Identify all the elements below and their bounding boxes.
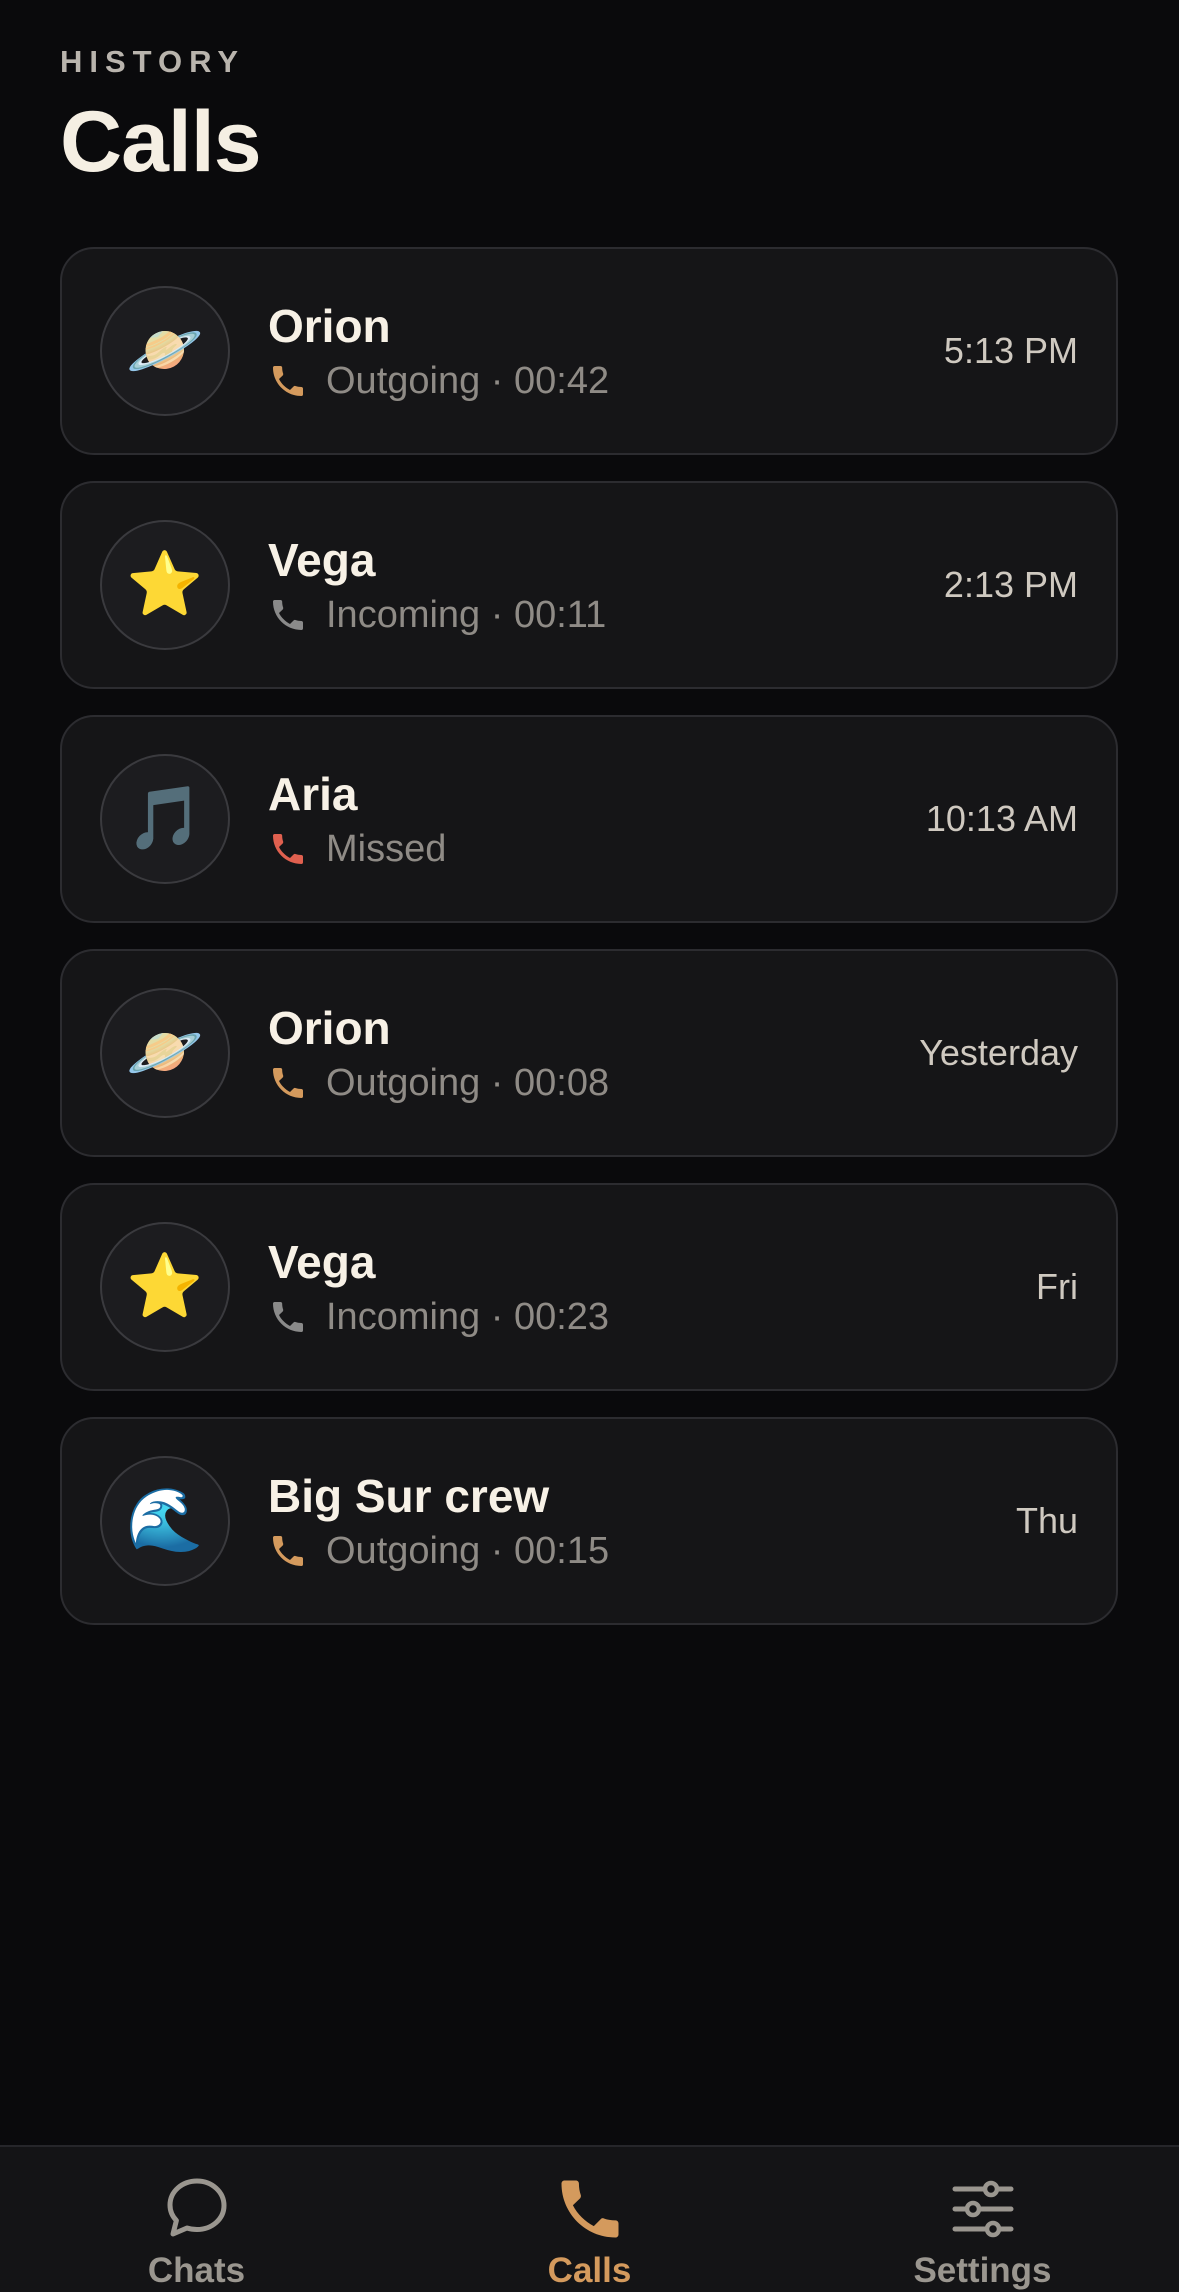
caller-name: Orion bbox=[268, 1002, 391, 1054]
call-time: Thu bbox=[1015, 1500, 1078, 1541]
phone-outgoing-icon bbox=[273, 366, 303, 396]
call-time: 10:13 AM bbox=[925, 798, 1078, 839]
wave-icon: 🌊 bbox=[100, 1456, 230, 1586]
call-detail: Incoming · 00:23 bbox=[326, 1296, 610, 1338]
caller-name: Aria bbox=[268, 768, 358, 820]
tab-calls[interactable]: Calls bbox=[393, 2147, 786, 2292]
call-detail-row: Outgoing · 00:08 bbox=[268, 1061, 609, 1105]
call-detail: Outgoing · 00:42 bbox=[326, 360, 610, 402]
sliders-icon bbox=[952, 2180, 1013, 2238]
call-row[interactable]: ⭐ Vega Incoming · 00:11 2:13 PM bbox=[60, 481, 1118, 689]
call-row[interactable]: 🪐 Orion Outgoing · 00:08 Yesterday bbox=[60, 949, 1118, 1157]
tab-chats[interactable]: Chats bbox=[0, 2147, 393, 2292]
call-detail-row: Incoming · 00:11 bbox=[268, 593, 606, 637]
call-detail: Incoming · 00:11 bbox=[326, 594, 607, 636]
call-detail: Outgoing · 00:15 bbox=[326, 1530, 610, 1572]
chat-bubble-icon bbox=[167, 2178, 226, 2237]
phone-incoming-icon bbox=[273, 1302, 303, 1332]
planet-icon: 🪐 bbox=[100, 988, 230, 1118]
tab-label: Chats bbox=[147, 2251, 246, 2290]
caller-name: Vega bbox=[268, 534, 376, 586]
page-header: HISTORY Calls bbox=[60, 42, 262, 190]
tab-label: Settings bbox=[913, 2251, 1052, 2290]
call-detail-row: Outgoing · 00:42 bbox=[268, 359, 609, 403]
call-detail-row: Incoming · 00:23 bbox=[268, 1295, 609, 1339]
call-row[interactable]: 🎵 Aria Missed 10:13 AM bbox=[60, 715, 1118, 923]
phone-icon bbox=[561, 2180, 618, 2238]
star-icon: ⭐ bbox=[100, 520, 230, 650]
tab-label: Calls bbox=[547, 2251, 632, 2290]
tab-bar: Chats Calls Settings bbox=[0, 2145, 1179, 2292]
phone-outgoing-icon bbox=[273, 1068, 303, 1098]
call-time: 2:13 PM bbox=[943, 564, 1078, 605]
page-title: Calls bbox=[60, 94, 262, 190]
phone-missed-icon bbox=[273, 834, 303, 864]
phone-outgoing-icon bbox=[273, 1536, 303, 1566]
call-time: Fri bbox=[1036, 1266, 1078, 1307]
call-row[interactable]: ⭐ Vega Incoming · 00:23 Fri bbox=[60, 1183, 1118, 1391]
tab-settings[interactable]: Settings bbox=[786, 2147, 1179, 2292]
page-eyebrow: HISTORY bbox=[60, 44, 246, 79]
call-time: Yesterday bbox=[919, 1032, 1078, 1073]
planet-icon: 🪐 bbox=[100, 286, 230, 416]
call-list: 🪐 Orion Outgoing · 00:42 5:13 PM ⭐ Vega … bbox=[60, 247, 1118, 1651]
call-detail: Missed bbox=[326, 828, 447, 870]
call-time: 5:13 PM bbox=[943, 330, 1078, 371]
call-detail: Outgoing · 00:08 bbox=[326, 1062, 610, 1104]
phone-incoming-icon bbox=[273, 600, 303, 630]
music-note-icon: 🎵 bbox=[100, 754, 230, 884]
caller-name: Big Sur crew bbox=[268, 1470, 550, 1522]
star-icon: ⭐ bbox=[100, 1222, 230, 1352]
caller-name: Vega bbox=[268, 1236, 376, 1288]
call-detail-row: Outgoing · 00:15 bbox=[268, 1529, 609, 1573]
caller-name: Orion bbox=[268, 300, 391, 352]
call-row[interactable]: 🌊 Big Sur crew Outgoing · 00:15 Thu bbox=[60, 1417, 1118, 1625]
call-detail-row: Missed bbox=[268, 827, 446, 871]
call-row[interactable]: 🪐 Orion Outgoing · 00:42 5:13 PM bbox=[60, 247, 1118, 455]
